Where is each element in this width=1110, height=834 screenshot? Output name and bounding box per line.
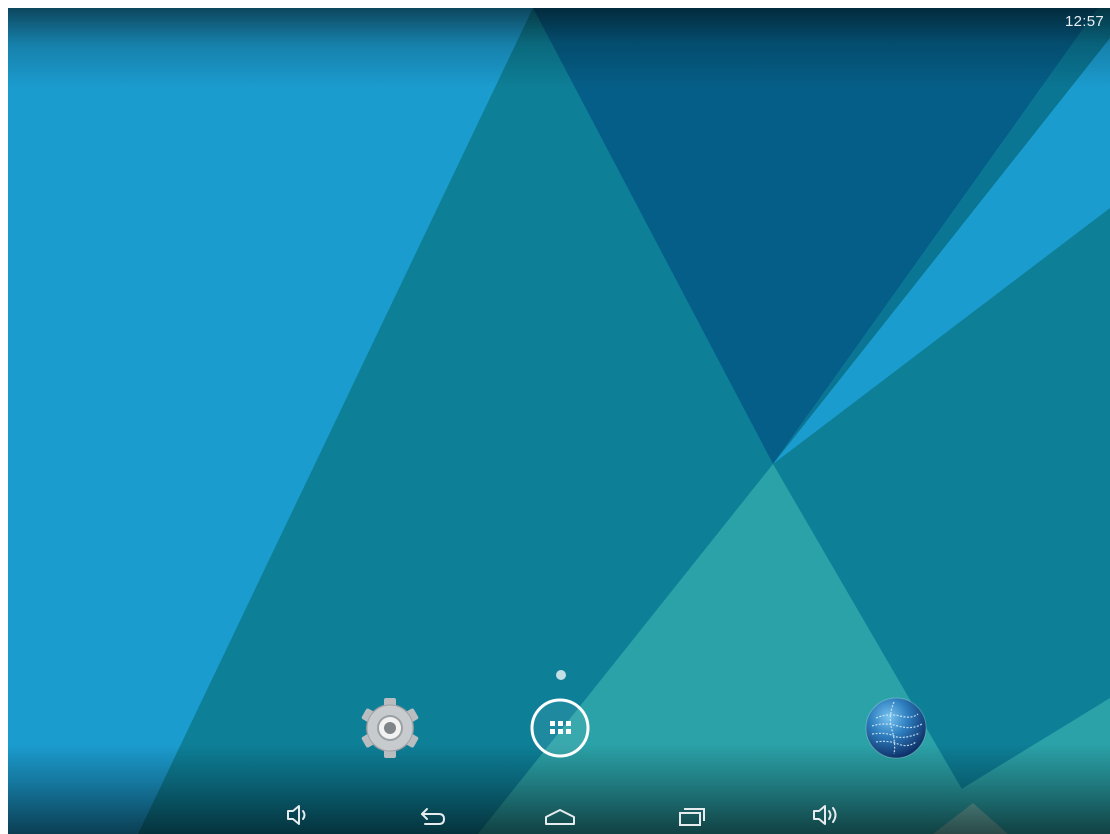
- screen: 12:57: [0, 0, 1110, 834]
- home-icon: [545, 809, 575, 825]
- app-grid-icon: [530, 698, 590, 758]
- home-button[interactable]: [540, 800, 580, 830]
- page-indicator: [556, 670, 566, 680]
- status-bar-clock: 12:57: [1064, 13, 1104, 30]
- volume-up-button[interactable]: [806, 800, 846, 830]
- browser-app[interactable]: [864, 696, 928, 760]
- back-button[interactable]: [412, 800, 452, 830]
- volume-down-icon: [287, 805, 306, 825]
- recent-apps-icon: [679, 808, 705, 826]
- volume-down-button[interactable]: [278, 800, 318, 830]
- recent-apps-button[interactable]: [672, 800, 712, 830]
- gear-icon: [361, 698, 419, 758]
- home-screen[interactable]: 12:57: [8, 8, 1110, 834]
- volume-up-icon: [813, 805, 837, 825]
- back-arrow-icon: [421, 808, 446, 825]
- globe-icon: [865, 697, 927, 759]
- settings-app[interactable]: [358, 696, 422, 760]
- app-drawer-button[interactable]: [528, 696, 592, 760]
